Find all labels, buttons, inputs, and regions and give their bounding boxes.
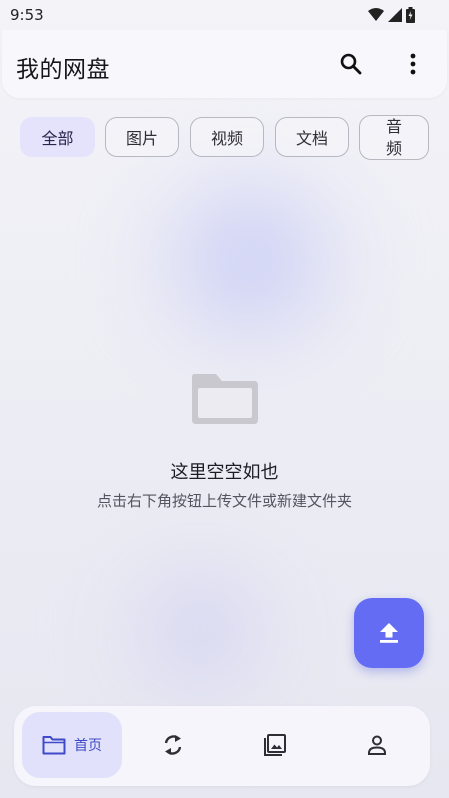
more-options-button[interactable] bbox=[395, 46, 431, 82]
upload-icon bbox=[380, 623, 398, 643]
status-time: 9:53 bbox=[10, 6, 44, 24]
search-icon bbox=[340, 53, 362, 75]
gallery-icon bbox=[264, 734, 286, 756]
filter-chip-images[interactable]: 图片 bbox=[105, 117, 179, 157]
sync-icon bbox=[164, 735, 182, 755]
nav-label-home: 首页 bbox=[74, 738, 102, 754]
nav-item-gallery[interactable] bbox=[250, 712, 300, 778]
signal-icon bbox=[388, 8, 402, 22]
empty-state-subtitle: 点击右下角按钮上传文件或新建文件夹 bbox=[96, 492, 352, 510]
filter-chip-audio[interactable]: 音 频 bbox=[359, 115, 429, 160]
nav-item-sync[interactable] bbox=[148, 712, 198, 778]
nav-item-profile[interactable] bbox=[352, 712, 402, 778]
empty-state-title: 这里空空如也 bbox=[170, 462, 279, 483]
search-button[interactable] bbox=[333, 46, 369, 82]
wifi-icon bbox=[368, 8, 384, 21]
upload-fab[interactable] bbox=[354, 598, 424, 668]
nav-item-home[interactable]: 首页 bbox=[22, 712, 122, 778]
bottom-navigation: 首页 bbox=[14, 706, 430, 786]
folder-icon bbox=[192, 374, 258, 424]
page-title: 我的网盘 bbox=[16, 57, 110, 83]
status-bar: 9:53 bbox=[0, 0, 449, 30]
filter-chip-videos[interactable]: 视频 bbox=[190, 117, 264, 157]
folder-icon bbox=[42, 736, 66, 755]
person-icon bbox=[368, 735, 386, 755]
background-glow-top bbox=[110, 150, 390, 370]
background-glow-bottom bbox=[80, 540, 320, 720]
battery-icon bbox=[406, 7, 415, 23]
more-vert-icon bbox=[410, 53, 416, 75]
top-app-bar: 我的网盘 bbox=[2, 30, 447, 98]
filter-chip-docs[interactable]: 文档 bbox=[275, 117, 349, 157]
filter-chip-all[interactable]: 全部 bbox=[20, 117, 95, 157]
status-icons bbox=[368, 7, 415, 23]
